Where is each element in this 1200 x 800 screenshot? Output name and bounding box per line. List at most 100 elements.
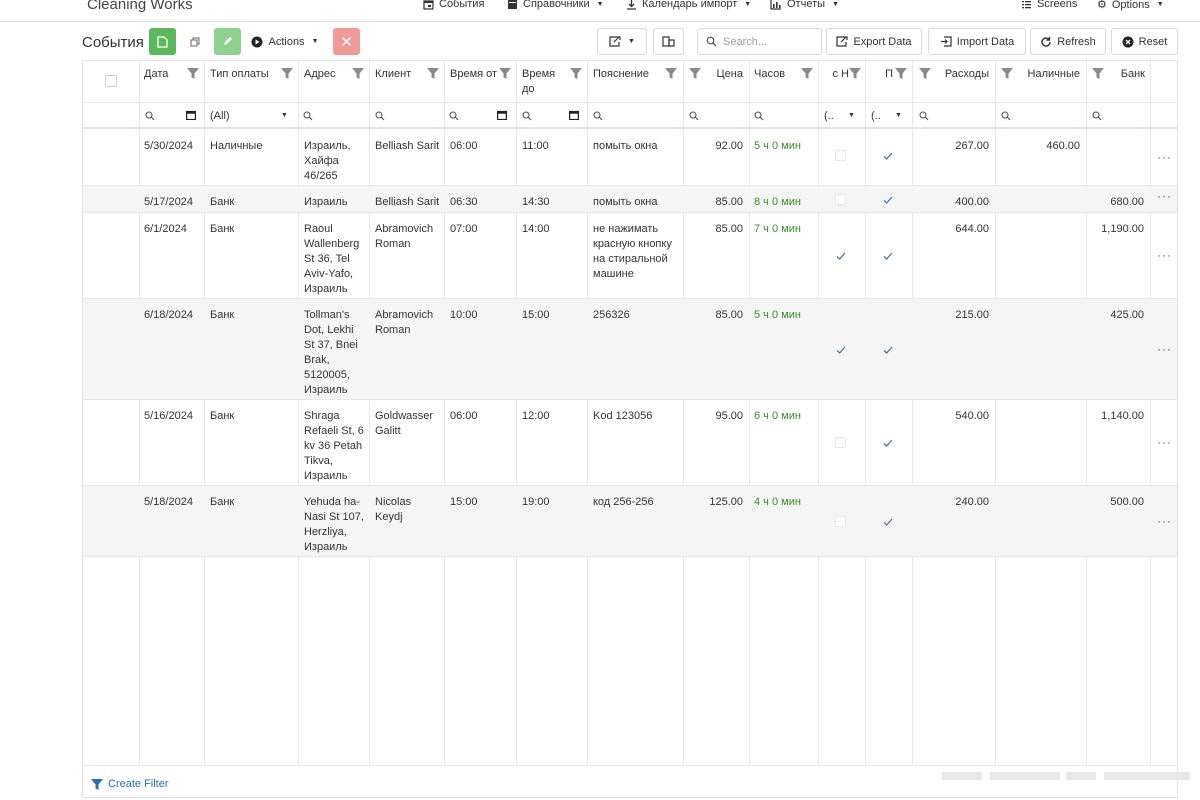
row-menu-icon[interactable]: ···: [1157, 150, 1172, 164]
search-icon[interactable]: [145, 111, 155, 121]
reset-label: Reset: [1138, 35, 1168, 48]
search-icon[interactable]: [522, 111, 532, 121]
app-title[interactable]: Cleaning Works: [87, 0, 193, 13]
filter-icon[interactable]: [801, 68, 813, 79]
row-menu-icon[interactable]: ···: [1157, 514, 1172, 528]
p-filter[interactable]: (..: [871, 110, 881, 122]
search-icon[interactable]: [449, 111, 459, 121]
filter-icon[interactable]: [499, 68, 511, 79]
search-icon[interactable]: [375, 111, 385, 121]
copy-button[interactable]: [184, 28, 206, 55]
actions-dropdown[interactable]: Actions ▼: [248, 28, 322, 55]
menu-reports[interactable]: Отчеты ▼: [770, 0, 839, 10]
cell-client: Abramovich Roman: [375, 223, 434, 250]
export-data-button[interactable]: Export Data: [826, 28, 922, 55]
menu-events[interactable]: События: [423, 0, 484, 10]
column-header-p[interactable]: П: [879, 67, 893, 82]
p-checkbox[interactable]: [882, 516, 894, 528]
with-n-checkbox[interactable]: [835, 437, 846, 448]
calendar-icon[interactable]: [497, 110, 508, 121]
chevron-down-icon[interactable]: ▼: [281, 112, 288, 119]
with-n-checkbox[interactable]: [835, 150, 846, 161]
search-icon[interactable]: [303, 111, 313, 121]
column-header-address[interactable]: Адрес: [304, 67, 336, 82]
payment-type-filter[interactable]: (All): [210, 110, 230, 122]
with-n-checkbox[interactable]: [835, 344, 847, 356]
menu-screens[interactable]: Screens: [1021, 0, 1077, 10]
column-header-cash[interactable]: Наличные: [1018, 67, 1080, 82]
chevron-down-icon: ▼: [596, 0, 604, 8]
column-header-payment-type[interactable]: Тип оплаты: [210, 67, 269, 82]
calendar-icon[interactable]: [569, 110, 580, 121]
search-icon[interactable]: [689, 111, 699, 121]
filter-icon[interactable]: [281, 68, 293, 79]
search-input[interactable]: [723, 35, 813, 48]
menu-calendar-import[interactable]: Календарь импорт ▼: [626, 0, 751, 10]
calendar-icon[interactable]: [186, 110, 197, 121]
menu-options[interactable]: ⚙ Options ▼: [1097, 0, 1164, 11]
row-menu-icon[interactable]: ···: [1157, 435, 1172, 449]
search-icon[interactable]: [593, 111, 603, 121]
column-header-expenses[interactable]: Расходы: [933, 67, 989, 82]
column-header-with-n[interactable]: с Н: [829, 67, 850, 82]
search-icon[interactable]: [754, 111, 764, 121]
import-data-button[interactable]: Import Data: [928, 28, 1026, 55]
filter-icon[interactable]: [352, 68, 364, 79]
with-n-checkbox[interactable]: [835, 194, 846, 205]
cell-addr: Shraga Refaeli St, 6 kv 36 Petah Tikva, …: [304, 410, 364, 482]
cell-to: 11:00: [522, 140, 549, 152]
delete-button[interactable]: ✕: [333, 28, 360, 55]
filter-icon[interactable]: [689, 68, 701, 79]
search-box[interactable]: [697, 28, 822, 55]
table-row[interactable]: 5/30/2024 Наличные Израиль, Хайфа 46/265 Be…: [83, 130, 1177, 186]
p-checkbox[interactable]: [882, 344, 894, 356]
chevron-down-icon[interactable]: ▼: [895, 112, 902, 119]
filter-icon[interactable]: [665, 68, 677, 79]
with-n-checkbox[interactable]: [835, 250, 847, 262]
filter-icon[interactable]: [895, 68, 907, 79]
column-header-time-to[interactable]: Время до: [522, 67, 558, 97]
filter-icon[interactable]: [849, 68, 861, 79]
column-header-time-from[interactable]: Время от: [450, 67, 497, 82]
column-header-date[interactable]: Дата: [144, 67, 168, 82]
filter-icon[interactable]: [570, 68, 582, 79]
p-checkbox[interactable]: [882, 437, 894, 449]
row-menu-icon[interactable]: ···: [1157, 189, 1172, 203]
edit-button[interactable]: [214, 28, 241, 55]
with-n-filter[interactable]: (..: [824, 110, 834, 122]
with-n-checkbox[interactable]: [835, 516, 846, 527]
p-checkbox[interactable]: [882, 250, 894, 262]
column-chooser-button[interactable]: [653, 28, 684, 55]
row-menu-icon[interactable]: ···: [1157, 342, 1172, 356]
export-menu-button[interactable]: ▼: [597, 28, 647, 55]
create-filter-link[interactable]: Create Filter: [91, 778, 169, 790]
search-icon[interactable]: [1001, 111, 1011, 121]
column-header-client[interactable]: Клиент: [375, 67, 411, 82]
column-header-note[interactable]: Пояснение: [593, 67, 649, 82]
refresh-button[interactable]: Refresh: [1030, 28, 1106, 55]
table-row[interactable]: 5/16/2024 Банк Shraga Refaeli St, 6 kv 36 …: [83, 400, 1177, 486]
p-checkbox[interactable]: [882, 150, 894, 162]
cell-cash: 460.00: [1046, 140, 1080, 152]
filter-icon[interactable]: [1092, 68, 1104, 79]
reset-button[interactable]: Reset: [1111, 28, 1178, 55]
table-row[interactable]: 6/18/2024 Банк Tollman's Dot, Lekhi St 37,…: [83, 299, 1177, 400]
menu-directories[interactable]: Справочники ▼: [507, 0, 604, 10]
table-row[interactable]: 5/18/2024 Банк Yehuda ha-Nasi St 107, Herz…: [83, 486, 1177, 557]
filter-icon[interactable]: [187, 68, 199, 79]
filter-icon[interactable]: [919, 68, 931, 79]
column-header-hours[interactable]: Часов: [754, 67, 785, 82]
table-row[interactable]: 5/17/2024 Банк Израиль Belliash Sarit 06:30 1…: [83, 186, 1177, 213]
select-all-checkbox[interactable]: [105, 75, 117, 87]
filter-icon[interactable]: [427, 68, 439, 79]
p-checkbox[interactable]: [882, 194, 894, 206]
chevron-down-icon[interactable]: ▼: [848, 112, 855, 119]
column-header-bank[interactable]: Банк: [1109, 67, 1145, 82]
add-button[interactable]: [149, 28, 176, 55]
filter-icon[interactable]: [1001, 68, 1013, 79]
search-icon[interactable]: [1092, 111, 1102, 121]
table-row[interactable]: 6/1/2024 Банк Raoul Wallenberg St 36, Tel …: [83, 213, 1177, 299]
column-header-price[interactable]: Цена: [703, 67, 743, 82]
search-icon[interactable]: [919, 111, 929, 121]
row-menu-icon[interactable]: ···: [1157, 248, 1172, 262]
